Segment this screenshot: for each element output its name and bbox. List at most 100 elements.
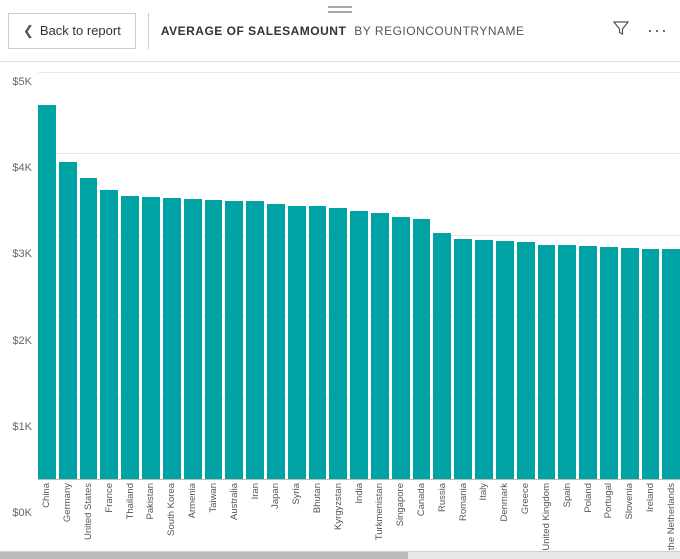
bar-bhutan[interactable] bbox=[309, 206, 327, 479]
bar-iran[interactable] bbox=[246, 201, 264, 479]
chart-title-main: AVERAGE OF SALESAMOUNT bbox=[161, 24, 346, 38]
bar-wrap bbox=[496, 72, 514, 479]
drag-handle bbox=[328, 6, 352, 13]
top-bar: ❮ Back to report AVERAGE OF SALESAMOUNT … bbox=[0, 0, 680, 62]
x-label-slovenia: Slovenia bbox=[624, 483, 635, 519]
bar-thailand[interactable] bbox=[121, 196, 139, 479]
bar-spain[interactable] bbox=[558, 245, 576, 479]
y-label-5k: $5K bbox=[12, 76, 32, 88]
y-label-1k: $1K bbox=[12, 421, 32, 433]
bar-wrap bbox=[371, 72, 389, 479]
chart-title-by: BY REGIONCOUNTRYNAME bbox=[354, 24, 524, 38]
bar-australia[interactable] bbox=[225, 201, 243, 479]
x-label-the-netherlands: the Netherlands bbox=[666, 483, 677, 550]
bar-wrap bbox=[392, 72, 410, 479]
top-bar-right: ··· bbox=[609, 16, 672, 45]
bar-japan[interactable] bbox=[267, 204, 285, 479]
bar-syria[interactable] bbox=[288, 206, 306, 480]
x-label-canada: Canada bbox=[416, 483, 427, 516]
x-label-wrap: Romania bbox=[454, 483, 472, 521]
x-label-wrap: Thailand bbox=[121, 483, 139, 519]
bar-south-korea[interactable] bbox=[163, 198, 181, 479]
bar-germany[interactable] bbox=[59, 162, 77, 479]
bar-wrap bbox=[579, 72, 597, 479]
x-label-wrap: Singapore bbox=[392, 483, 410, 526]
bar-wrap bbox=[184, 72, 202, 479]
more-options-icon[interactable]: ··· bbox=[643, 16, 672, 45]
x-label-india: India bbox=[354, 483, 365, 504]
bar-denmark[interactable] bbox=[496, 241, 514, 480]
y-label-2k: $2K bbox=[12, 335, 32, 347]
bar-wrap bbox=[142, 72, 160, 479]
bar-wrap bbox=[350, 72, 368, 479]
chart-content: ChinaGermanyUnited StatesFranceThailandP… bbox=[38, 72, 680, 551]
x-label-wrap: Ireland bbox=[642, 483, 660, 512]
x-label-wrap: Italy bbox=[475, 483, 493, 500]
bar-wrap bbox=[163, 72, 181, 479]
bar-china[interactable] bbox=[38, 105, 56, 479]
x-label-wrap: Portugal bbox=[600, 483, 618, 518]
bar-ireland[interactable] bbox=[642, 249, 660, 479]
x-label-spain: Spain bbox=[562, 483, 573, 507]
back-button-label: Back to report bbox=[40, 23, 121, 38]
bar-wrap bbox=[642, 72, 660, 479]
bar-armenia[interactable] bbox=[184, 199, 202, 479]
bar-wrap bbox=[121, 72, 139, 479]
bar-portugal[interactable] bbox=[600, 247, 618, 479]
bar-united-kingdom[interactable] bbox=[538, 245, 556, 479]
bar-wrap bbox=[225, 72, 243, 479]
bar-united-states[interactable] bbox=[80, 178, 98, 479]
x-label-wrap: Slovenia bbox=[621, 483, 639, 519]
x-label-wrap: Taiwan bbox=[205, 483, 223, 513]
x-label-poland: Poland bbox=[583, 483, 594, 513]
bottom-scroll[interactable] bbox=[0, 551, 680, 559]
bar-kyrgyzstan[interactable] bbox=[329, 208, 347, 479]
chevron-left-icon: ❮ bbox=[23, 23, 34, 39]
bar-wrap bbox=[413, 72, 431, 479]
bar-singapore[interactable] bbox=[392, 217, 410, 479]
chart-title-area: AVERAGE OF SALESAMOUNT BY REGIONCOUNTRYN… bbox=[161, 24, 609, 38]
bar-pakistan[interactable] bbox=[142, 197, 160, 479]
y-label-0k: $0K bbox=[12, 507, 32, 519]
bar-taiwan[interactable] bbox=[205, 200, 223, 479]
bar-poland[interactable] bbox=[579, 246, 597, 479]
x-label-australia: Australia bbox=[229, 483, 240, 520]
bar-the-netherlands[interactable] bbox=[662, 249, 680, 479]
x-label-ireland: Ireland bbox=[645, 483, 656, 512]
x-label-greece: Greece bbox=[520, 483, 531, 514]
x-label-wrap: Syria bbox=[288, 483, 306, 505]
chart-area: $5K $4K $3K $2K $1K $0K ChinaGe bbox=[0, 62, 680, 551]
x-label-taiwan: Taiwan bbox=[208, 483, 219, 513]
x-label-wrap: Pakistan bbox=[142, 483, 160, 519]
x-label-wrap: India bbox=[350, 483, 368, 504]
x-label-wrap: Bhutan bbox=[309, 483, 327, 513]
bar-wrap bbox=[80, 72, 98, 479]
bar-canada[interactable] bbox=[413, 219, 431, 479]
bar-wrap bbox=[621, 72, 639, 479]
bar-wrap bbox=[329, 72, 347, 479]
scroll-thumb bbox=[0, 552, 408, 559]
bar-russia[interactable] bbox=[433, 233, 451, 479]
bar-wrap bbox=[205, 72, 223, 479]
bar-italy[interactable] bbox=[475, 240, 493, 479]
bar-wrap bbox=[267, 72, 285, 479]
x-label-wrap: Kyrgyzstan bbox=[329, 483, 347, 530]
back-to-report-button[interactable]: ❮ Back to report bbox=[8, 13, 136, 49]
x-label-united-states: United States bbox=[83, 483, 94, 540]
bar-india[interactable] bbox=[350, 211, 368, 479]
bar-france[interactable] bbox=[100, 190, 118, 479]
bar-turkmenistan[interactable] bbox=[371, 213, 389, 479]
bar-wrap bbox=[288, 72, 306, 479]
bar-greece[interactable] bbox=[517, 242, 535, 479]
x-label-denmark: Denmark bbox=[499, 483, 510, 522]
x-label-wrap: China bbox=[38, 483, 56, 508]
bar-slovenia[interactable] bbox=[621, 248, 639, 479]
x-label-russia: Russia bbox=[437, 483, 448, 512]
x-label-wrap: Greece bbox=[517, 483, 535, 514]
filter-icon[interactable] bbox=[609, 16, 633, 45]
x-label-wrap: Germany bbox=[59, 483, 77, 522]
x-label-wrap: United Kingdom bbox=[538, 483, 556, 551]
bar-romania[interactable] bbox=[454, 239, 472, 479]
bar-wrap bbox=[517, 72, 535, 479]
x-label-singapore: Singapore bbox=[395, 483, 406, 526]
